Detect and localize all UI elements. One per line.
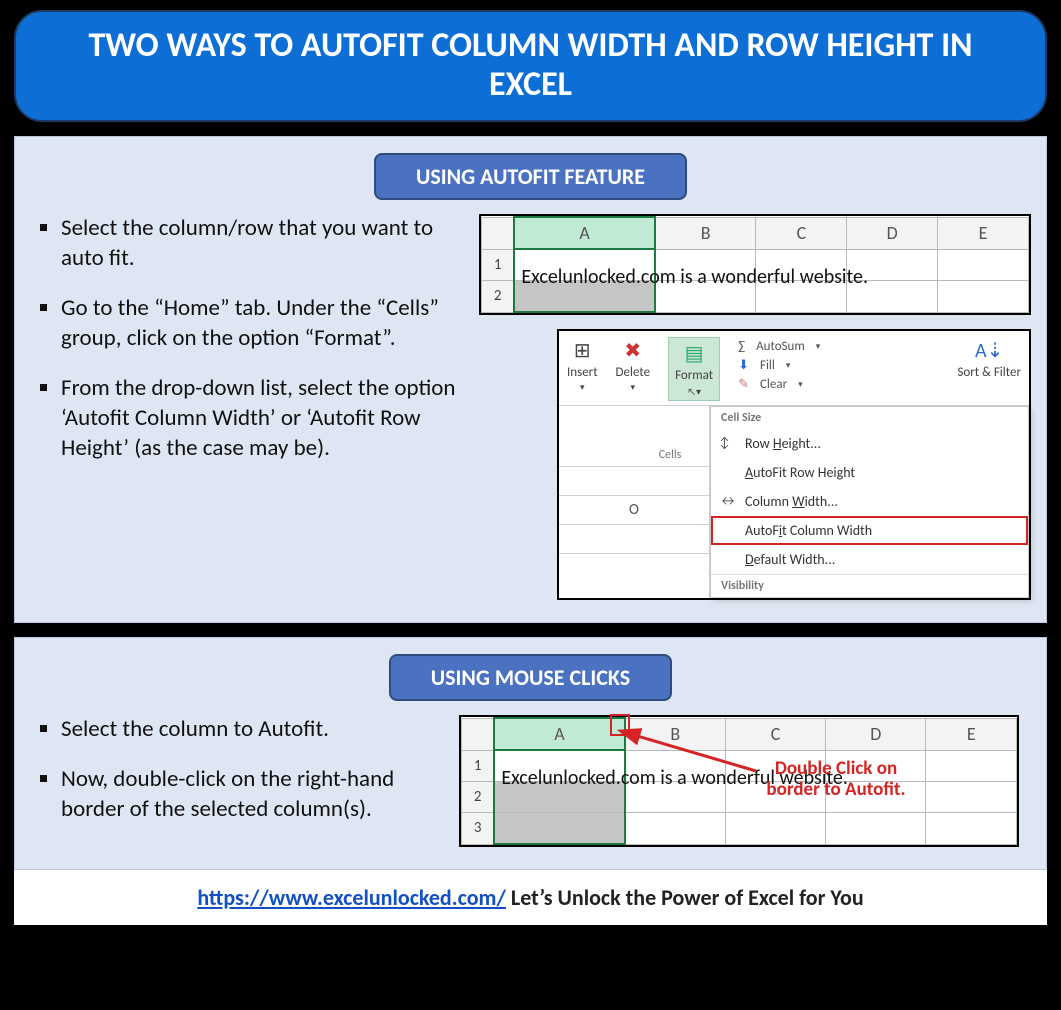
excel-ribbon-screenshot: ⊞ Insert▾ ✖ Delete▾ ▤ Format ↖▾ <box>557 329 1031 600</box>
dropdown-section-label: Visibility <box>711 574 1028 597</box>
section-mouse-clicks: USING MOUSE CLICKS Select the column to … <box>14 637 1047 870</box>
footer-tagline: Let’s Unlock the Power of Excel for You <box>511 884 864 911</box>
clear-icon: ✎ <box>738 377 749 392</box>
excel-grid-screenshot: A B C D E 1 Excelunlocked.com is a wonde… <box>459 715 1019 847</box>
fill-icon: ⬇ <box>738 358 749 373</box>
cell-text: Excelunlocked.com is a wonderful website… <box>521 265 868 289</box>
column-header: C <box>725 718 825 750</box>
row-header: 2 <box>462 782 495 813</box>
format-dropdown: Cell Size ↕ Row Height... AutoFit Row He… <box>710 406 1029 598</box>
menu-item-row-height: ↕ Row Height... <box>711 429 1028 458</box>
delete-icon: ✖ <box>619 337 647 363</box>
autosum-icon: ∑ <box>738 339 745 354</box>
excel-grid-screenshot: ↖ A B C D E 1 Excelunlocked.com is a won… <box>479 214 1031 315</box>
row-height-icon: ↕ <box>719 434 730 451</box>
row-header: 1 <box>462 750 495 782</box>
column-header: A <box>514 217 655 249</box>
steps-list: Select the column/row that you want to a… <box>37 214 457 463</box>
row-header: 2 <box>482 281 515 313</box>
section-heading: USING MOUSE CLICKS <box>389 654 672 701</box>
column-header: D <box>847 217 938 249</box>
sort-filter-button: A⇣ Sort & Filter <box>957 337 1021 380</box>
steps-list: Select the column to Autofit. Now, doubl… <box>37 715 437 825</box>
menu-item-autofit-row-height: AutoFit Row Height <box>711 458 1028 487</box>
menu-item-default-width: Default Width... <box>711 545 1028 574</box>
cells-group-label: Cells <box>559 446 709 466</box>
column-header: O <box>559 495 709 524</box>
dropdown-section-label: Cell Size <box>711 407 1028 429</box>
step-item: Select the column to Autofit. <box>61 715 437 745</box>
column-header: E <box>926 718 1017 750</box>
column-header: B <box>655 217 756 249</box>
sort-filter-icon: A⇣ <box>975 337 1003 363</box>
step-item: Select the column/row that you want to a… <box>61 214 457 274</box>
annotation-text: Double Click on border to Autofit. <box>721 759 951 801</box>
footer-link[interactable]: https://www.excelunlocked.com/ <box>197 884 506 911</box>
column-header: B <box>625 718 726 750</box>
section-autofit-feature: USING AUTOFIT FEATURE Select the column/… <box>14 136 1047 623</box>
section-heading: USING AUTOFIT FEATURE <box>374 153 687 200</box>
format-icon: ▤ <box>680 340 708 366</box>
delete-button: ✖ Delete▾ <box>616 337 651 393</box>
row-header: 1 <box>482 249 515 281</box>
column-header: C <box>756 217 847 249</box>
column-header: E <box>938 217 1029 249</box>
menu-item-column-width: ↔ Column Width... <box>711 487 1028 516</box>
step-item: Now, double-click on the right-hand bord… <box>61 765 437 825</box>
step-item: From the drop-down list, select the opti… <box>61 374 457 464</box>
step-item: Go to the “Home” tab. Under the “Cells” … <box>61 294 457 354</box>
column-header: A <box>494 718 624 750</box>
column-header: D <box>826 718 926 750</box>
insert-icon: ⊞ <box>568 337 596 363</box>
insert-button: ⊞ Insert▾ <box>567 337 598 393</box>
menu-item-autofit-column-width: AutoFit Column Width <box>711 516 1028 545</box>
infographic-card: TWO WAYS TO AUTOFIT COLUMN WIDTH AND ROW… <box>0 10 1061 931</box>
page-title: TWO WAYS TO AUTOFIT COLUMN WIDTH AND ROW… <box>14 10 1047 122</box>
footer: https://www.excelunlocked.com/ Let’s Unl… <box>14 870 1047 925</box>
column-width-icon: ↔ <box>719 492 737 509</box>
row-header: 3 <box>462 813 495 845</box>
format-button: ▤ Format ↖▾ <box>668 337 720 401</box>
